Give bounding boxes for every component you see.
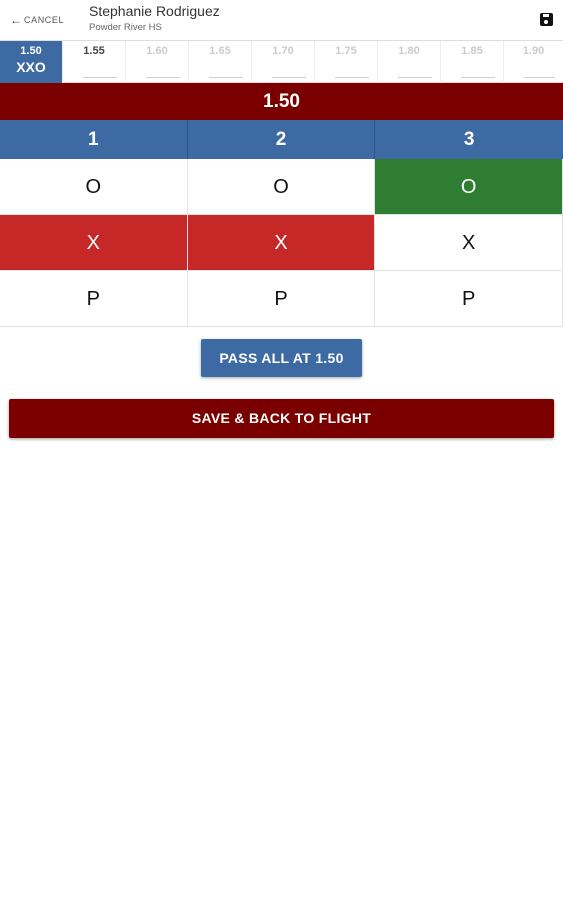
height-tab[interactable]: 1.60 [126,41,189,83]
attempt-1-make-button[interactable]: O [0,159,188,215]
height-selector: 1.50 XXO 1.55 1.60 1.65 1.70 1.75 1.80 1… [0,40,563,83]
attempts-grid: 1 2 3 O O O X X X P P P [0,120,563,327]
attempt-2-make-button[interactable]: O [187,159,376,215]
pass-row: P P P [0,271,563,327]
height-tab[interactable]: 1.70 [252,41,315,83]
current-height-banner: 1.50 [0,83,563,120]
athlete-name: Stephanie Rodriguez [89,3,220,19]
height-tab[interactable]: 1.65 [189,41,252,83]
attempt-header: 2 [187,120,376,159]
height-value: 1.90 [522,45,545,57]
height-underline [335,77,369,78]
height-tab[interactable]: 1.85 [441,41,504,83]
height-tab[interactable]: 1.90 [504,41,563,83]
athlete-school: Powder River HS [89,22,162,33]
height-underline [272,77,306,78]
height-underline [83,77,117,78]
height-value: 1.85 [461,45,483,57]
height-value: 1.80 [398,45,420,57]
cancel-label: CANCEL [24,15,65,25]
height-tab[interactable]: 1.55 [63,41,126,83]
floppy-disk-icon[interactable] [540,13,553,26]
miss-row: X X X [0,215,563,271]
height-underline [146,77,180,78]
top-bar: ← CANCEL Stephanie Rodriguez Powder Rive… [0,0,563,40]
attempt-header-row: 1 2 3 [0,120,563,159]
attempt-3-make-button[interactable]: O [375,159,563,215]
attempt-2-miss-button[interactable]: X [187,215,376,271]
cancel-button[interactable]: ← CANCEL [10,12,64,28]
height-underline [209,77,243,78]
height-underline [461,77,495,78]
attempt-1-pass-button[interactable]: P [0,271,188,327]
height-tab[interactable]: 1.80 [378,41,441,83]
attempt-header: 1 [0,120,188,159]
height-tab[interactable]: 1.75 [315,41,378,83]
athlete-info: Stephanie Rodriguez Powder River HS [89,3,220,33]
make-row: O O O [0,159,563,215]
pass-all-button[interactable]: PASS ALL AT 1.50 [201,339,362,377]
height-tab[interactable]: 1.50 XXO [0,41,63,83]
height-value: 1.55 [83,45,105,57]
height-result: XXO [16,59,46,75]
attempt-3-miss-button[interactable]: X [375,215,563,271]
height-value: 1.60 [146,45,168,57]
height-value: 1.65 [209,45,231,57]
attempt-3-pass-button[interactable]: P [375,271,563,327]
height-underline [398,77,432,78]
back-arrow-icon: ← [10,13,22,27]
height-value: 1.50 [20,45,42,57]
attempt-header: 3 [375,120,563,159]
height-underline [524,77,555,78]
attempt-2-pass-button[interactable]: P [187,271,376,327]
attempt-1-miss-button[interactable]: X [0,215,188,271]
height-value: 1.70 [272,45,294,57]
save-back-to-flight-button[interactable]: SAVE & BACK TO FLIGHT [9,399,554,438]
height-value: 1.75 [335,45,357,57]
